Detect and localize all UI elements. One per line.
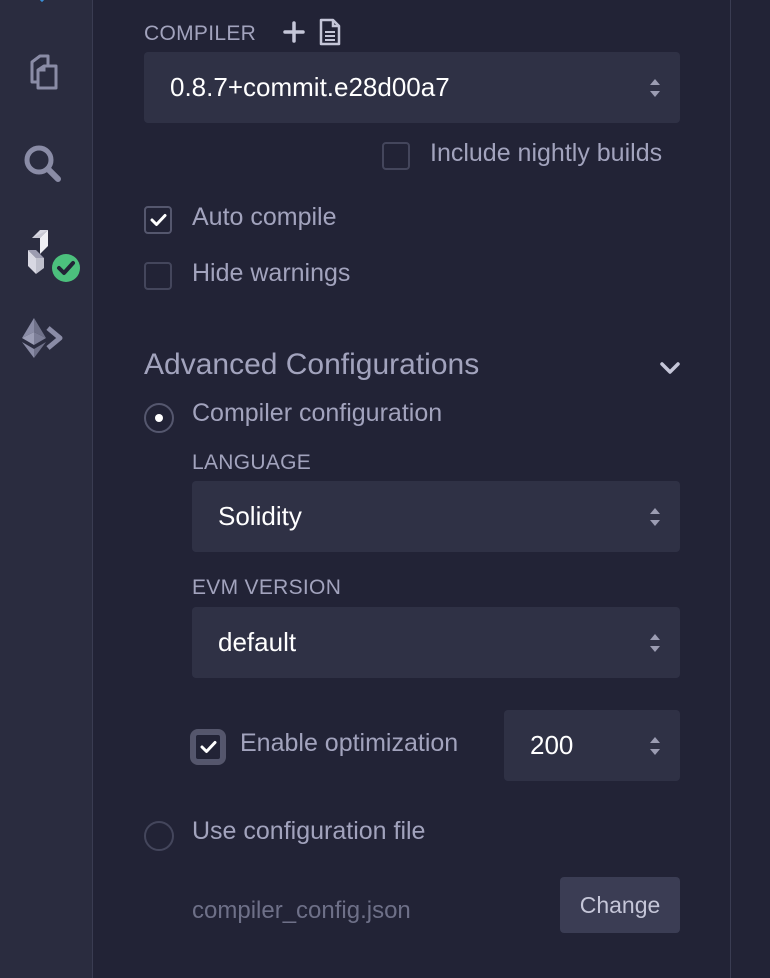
hide-warnings-checkbox[interactable]	[144, 262, 172, 290]
auto-compile-label: Auto compile	[192, 203, 337, 231]
file-explorer-icon[interactable]	[18, 50, 66, 98]
language-label: LANGUAGE	[192, 451, 312, 474]
compiler-config-radio[interactable]	[144, 403, 174, 433]
compiler-version-select[interactable]: 0.8.7+commit.e28d00a7	[144, 52, 680, 123]
select-arrows-icon	[650, 633, 660, 652]
optimization-runs-value: 200	[530, 730, 574, 760]
radio-selected-dot	[155, 414, 163, 422]
enable-optimization-label: Enable optimization	[240, 729, 459, 757]
config-file-radio[interactable]	[144, 821, 174, 851]
add-compiler-icon[interactable]	[282, 20, 306, 44]
evm-version-label: EVM VERSION	[192, 576, 342, 599]
include-nightly-label: Include nightly builds	[430, 139, 663, 167]
evm-version-select[interactable]: default	[192, 607, 680, 678]
solidity-compiler-icon[interactable]	[18, 228, 84, 284]
optimization-runs-input[interactable]: 200	[504, 710, 680, 781]
config-file-name: compiler_config.json	[192, 897, 411, 924]
evm-version-value: default	[218, 627, 297, 657]
language-select[interactable]: Solidity	[192, 481, 680, 552]
config-file-label: Use configuration file	[192, 817, 426, 845]
file-icon[interactable]	[318, 18, 342, 46]
select-arrows-icon	[650, 78, 660, 97]
compiler-panel: COMPILER 0.8.7+commit.e28d00a7 Include n…	[144, 0, 680, 978]
include-nightly-checkbox[interactable]	[382, 142, 410, 170]
stepper-arrows-icon[interactable]	[648, 733, 662, 759]
chevron-down-icon[interactable]	[658, 358, 682, 378]
deploy-run-icon[interactable]	[18, 314, 66, 362]
advanced-config-title[interactable]: Advanced Configurations	[144, 348, 479, 382]
compiler-label: COMPILER	[144, 22, 257, 45]
panel-divider	[730, 0, 731, 978]
auto-compile-checkbox[interactable]	[144, 206, 172, 234]
change-config-button[interactable]: Change	[560, 877, 680, 933]
chevron-up-icon[interactable]	[30, 0, 54, 6]
compiler-config-label: Compiler configuration	[192, 399, 443, 427]
select-arrows-icon	[650, 507, 660, 526]
enable-optimization-checkbox[interactable]	[194, 733, 222, 761]
language-value: Solidity	[218, 501, 302, 531]
search-icon[interactable]	[18, 139, 66, 187]
compiler-version-value: 0.8.7+commit.e28d00a7	[170, 72, 450, 102]
icon-sidebar	[0, 0, 93, 978]
hide-warnings-label: Hide warnings	[192, 259, 351, 287]
